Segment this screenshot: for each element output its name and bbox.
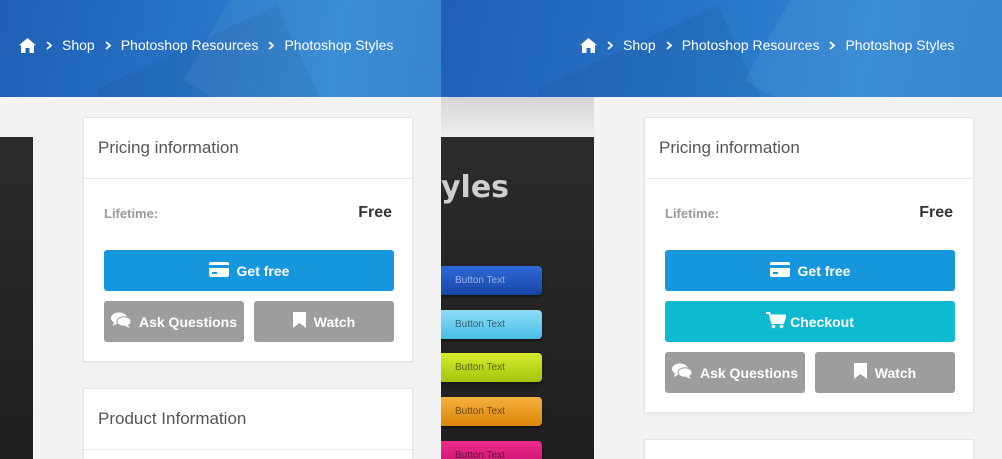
product-info-title: Product Information bbox=[84, 389, 412, 450]
checkout-button[interactable]: Checkout bbox=[665, 301, 955, 342]
lifetime-label: Lifetime: bbox=[104, 205, 159, 221]
preview-title-text: yles bbox=[441, 170, 510, 205]
ask-questions-label: Ask Questions bbox=[699, 364, 799, 381]
credit-card-icon bbox=[208, 261, 229, 280]
lifetime-label: Lifetime: bbox=[665, 205, 720, 221]
shadow-divider bbox=[441, 97, 594, 137]
pricing-card: Pricing information Lifetime: Free Get f… bbox=[644, 117, 974, 413]
breadcrumb-photoshop-styles[interactable]: Photoshop Styles bbox=[845, 37, 954, 53]
watch-label: Watch bbox=[313, 313, 356, 330]
home-icon[interactable] bbox=[580, 37, 597, 53]
breadcrumb-shop[interactable]: Shop bbox=[62, 37, 95, 53]
preview-style-button-orange: Button Text bbox=[441, 397, 542, 426]
price-value: Free bbox=[919, 204, 953, 221]
chevron-right-icon bbox=[105, 40, 111, 50]
left-panel: Shop Photoshop Resources Photoshop Style… bbox=[0, 0, 441, 459]
comments-icon bbox=[671, 363, 693, 382]
get-free-button[interactable]: Get free bbox=[104, 250, 394, 291]
chevron-right-icon bbox=[829, 40, 836, 50]
price-value: Free bbox=[358, 204, 392, 221]
pricing-card: Pricing information Lifetime: Free Get f… bbox=[83, 117, 413, 362]
right-panel: Shop Photoshop Resources Photoshop Style… bbox=[441, 0, 1002, 459]
preview-style-button-blue: Button Text bbox=[441, 266, 542, 295]
bookmark-icon bbox=[292, 312, 306, 331]
bookmark-icon bbox=[853, 363, 867, 382]
breadcrumb-photoshop-resources[interactable]: Photoshop Resources bbox=[682, 37, 820, 53]
breadcrumb: Shop Photoshop Resources Photoshop Style… bbox=[580, 37, 954, 53]
product-info-card: Product Information bbox=[83, 388, 413, 459]
breadcrumb-photoshop-resources[interactable]: Photoshop Resources bbox=[121, 37, 259, 53]
pricing-card-title: Pricing information bbox=[645, 118, 973, 179]
home-icon[interactable] bbox=[19, 37, 36, 53]
checkout-label: Checkout bbox=[790, 313, 854, 330]
ask-questions-button[interactable]: Ask Questions bbox=[104, 301, 244, 342]
chevron-right-icon bbox=[666, 40, 672, 50]
preview-style-button-lightblue: Button Text bbox=[441, 310, 542, 339]
shopping-cart-icon bbox=[766, 311, 787, 332]
product-preview-image bbox=[0, 137, 33, 459]
price-row: Lifetime: Free bbox=[665, 204, 953, 222]
breadcrumb: Shop Photoshop Resources Photoshop Style… bbox=[19, 37, 393, 53]
pricing-card-title: Pricing information bbox=[84, 118, 412, 179]
watch-button[interactable]: Watch bbox=[815, 352, 955, 393]
breadcrumb-photoshop-styles[interactable]: Photoshop Styles bbox=[284, 37, 393, 53]
ask-questions-label: Ask Questions bbox=[138, 313, 238, 330]
watch-button[interactable]: Watch bbox=[254, 301, 394, 342]
next-card bbox=[644, 439, 974, 459]
preview-style-button-lime: Button Text bbox=[441, 353, 542, 382]
breadcrumb-shop[interactable]: Shop bbox=[623, 37, 656, 53]
credit-card-icon bbox=[769, 261, 790, 280]
chevron-right-icon bbox=[268, 40, 275, 50]
comments-icon bbox=[110, 312, 132, 331]
price-row: Lifetime: Free bbox=[104, 204, 392, 222]
watch-label: Watch bbox=[874, 364, 917, 381]
preview-style-button-pink: Button Text bbox=[441, 441, 542, 459]
chevron-right-icon bbox=[46, 40, 52, 50]
get-free-button[interactable]: Get free bbox=[665, 250, 955, 291]
chevron-right-icon bbox=[607, 40, 613, 50]
get-free-label: Get free bbox=[236, 262, 290, 279]
ask-questions-button[interactable]: Ask Questions bbox=[665, 352, 805, 393]
get-free-label: Get free bbox=[797, 262, 851, 279]
